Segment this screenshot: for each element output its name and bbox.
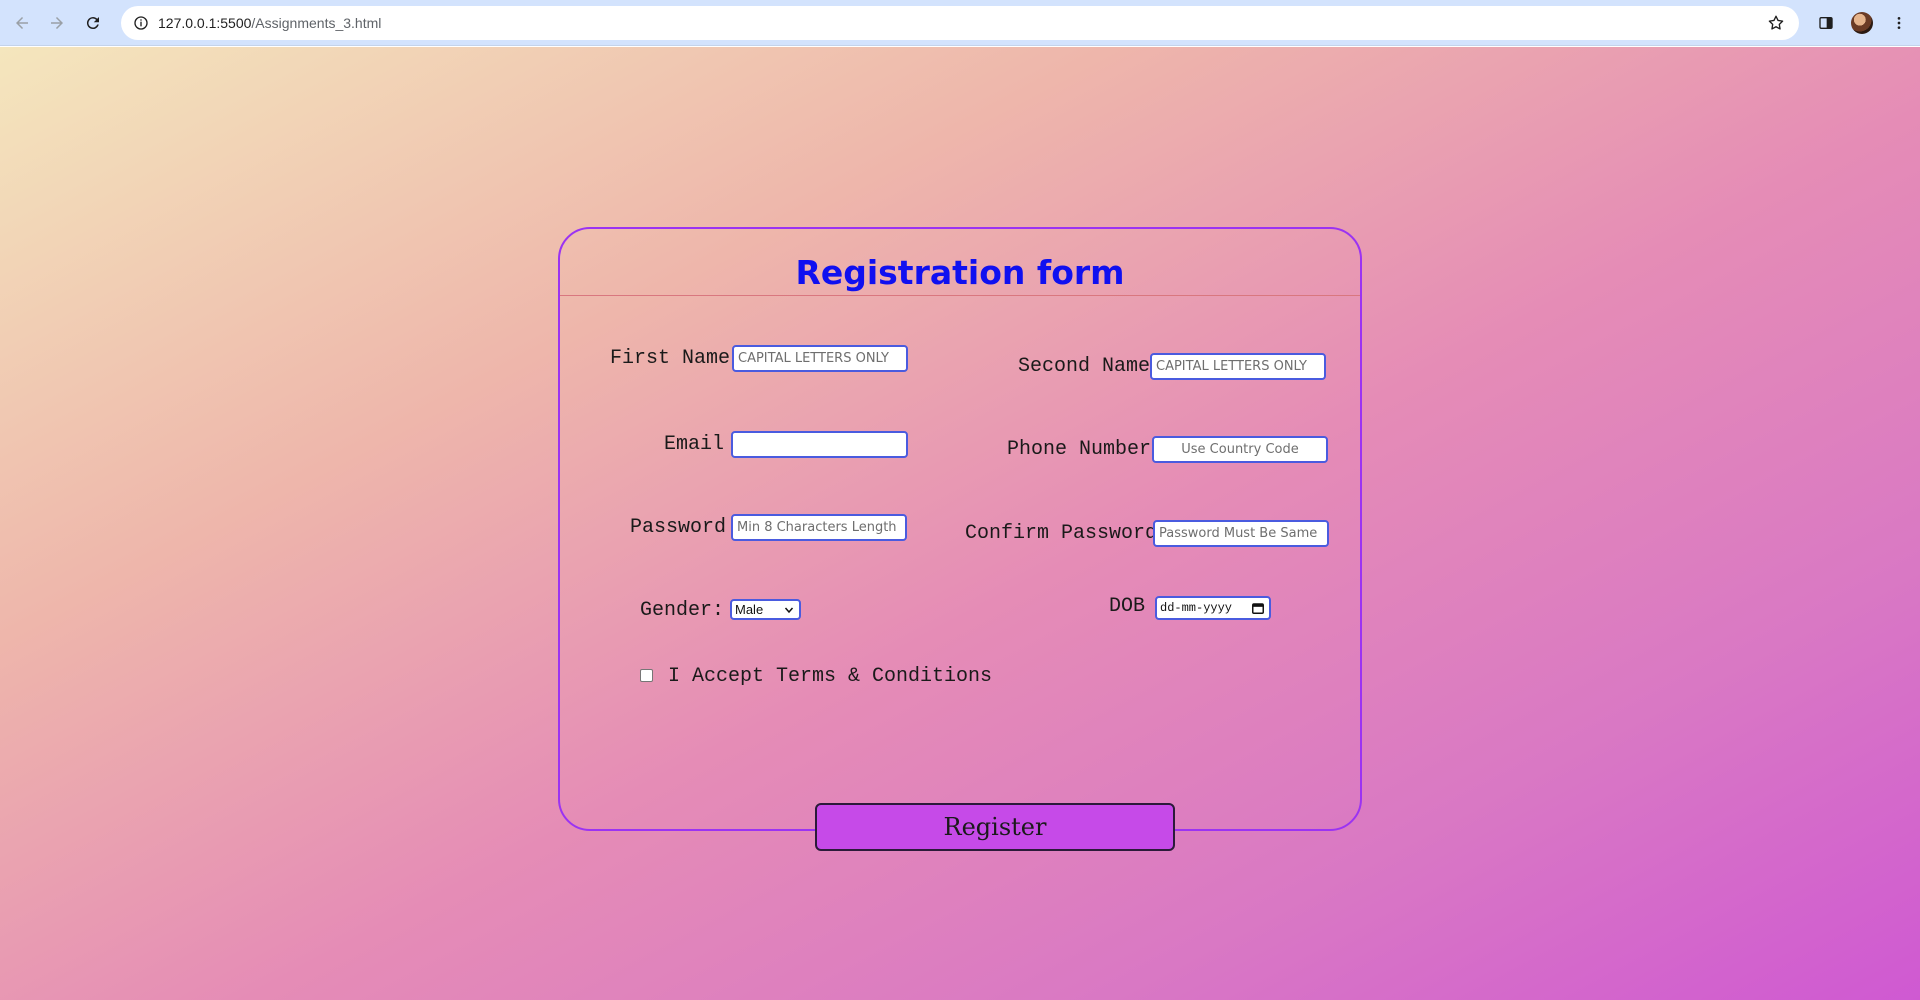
email-input[interactable] xyxy=(731,431,908,458)
back-arrow-icon xyxy=(16,17,28,29)
second-name-input[interactable] xyxy=(1150,353,1326,380)
url-host: 127.0.0.1:5500 xyxy=(158,15,252,31)
forward-button[interactable] xyxy=(43,9,71,37)
forward-arrow-icon xyxy=(51,17,63,29)
url-path: /Assignments_3.html xyxy=(251,15,382,31)
reload-button[interactable] xyxy=(79,9,107,37)
password-label: Password xyxy=(630,516,727,539)
chevron-down-icon xyxy=(784,607,794,614)
email-label: Email xyxy=(664,433,725,456)
gender-label: Gender: xyxy=(640,599,725,622)
bookmark-button[interactable] xyxy=(1765,12,1787,34)
title-divider xyxy=(560,295,1360,296)
password-input[interactable] xyxy=(731,514,907,541)
terms-checkbox[interactable] xyxy=(640,669,653,682)
more-menu-button[interactable] xyxy=(1888,12,1910,34)
back-button[interactable] xyxy=(8,9,36,37)
side-panel-button[interactable] xyxy=(1815,12,1837,34)
registration-form: Registration form First Name Second Name… xyxy=(558,227,1362,851)
browser-toolbar: 127.0.0.1:5500/Assignments_3.html xyxy=(0,0,1920,46)
url-text: 127.0.0.1:5500/Assignments_3.html xyxy=(158,15,381,31)
form-title: Registration form xyxy=(795,253,1125,292)
reload-icon xyxy=(86,17,99,30)
dob-date-input[interactable]: dd-mm-yyyy xyxy=(1155,596,1271,620)
phone-label: Phone Number xyxy=(1007,438,1152,461)
calendar-icon[interactable] xyxy=(1251,601,1265,615)
site-info-icon xyxy=(134,16,148,30)
gender-selected-value: Male xyxy=(735,602,764,617)
profile-avatar[interactable] xyxy=(1851,12,1873,34)
second-name-label: Second Name xyxy=(1018,355,1151,378)
dob-value: dd-mm-yyyy xyxy=(1160,601,1233,615)
confirm-password-label: Confirm Password xyxy=(965,522,1158,545)
register-button[interactable]: Register xyxy=(815,803,1175,851)
terms-label: I Accept Terms & Conditions xyxy=(668,665,993,688)
first-name-input[interactable] xyxy=(732,345,908,372)
side-panel-icon xyxy=(1819,17,1833,29)
site-info-button[interactable] xyxy=(129,11,153,35)
phone-input[interactable] xyxy=(1152,436,1328,463)
more-menu-icon xyxy=(1897,17,1901,29)
page-viewport: Registration form First Name Second Name… xyxy=(0,47,1920,1000)
gender-select[interactable]: Male xyxy=(730,599,801,620)
address-bar[interactable]: 127.0.0.1:5500/Assignments_3.html xyxy=(121,6,1799,40)
confirm-password-input[interactable] xyxy=(1153,520,1329,547)
first-name-label: First Name xyxy=(610,347,731,370)
dob-label: DOB xyxy=(1109,595,1146,618)
bookmark-star-icon xyxy=(1768,15,1784,30)
